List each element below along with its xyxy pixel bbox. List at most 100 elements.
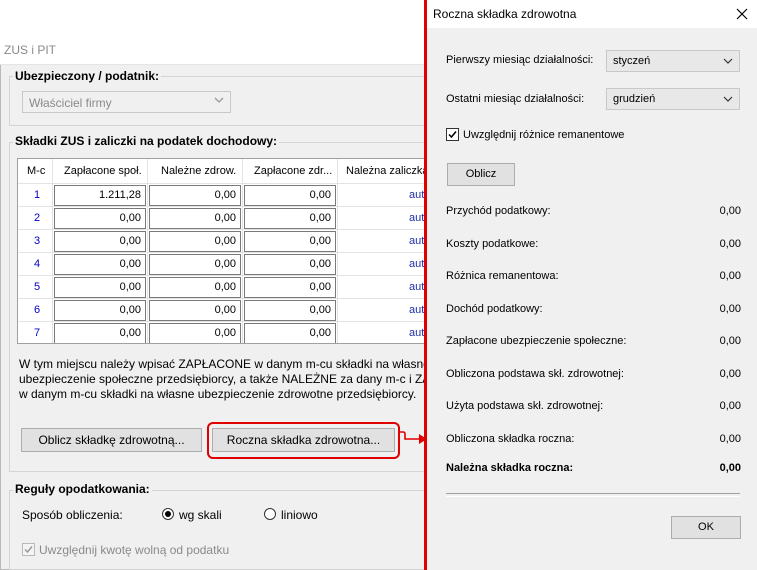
chevron-down-icon xyxy=(723,58,733,64)
free-amount-label: Uwzględnij kwotę wolną od podatku xyxy=(39,543,230,557)
check-icon xyxy=(448,131,457,139)
contributions-table: M-c Zapłacone społ. Należne zdrow. Zapła… xyxy=(17,158,458,344)
row-divider xyxy=(18,321,457,322)
table-cell-paid-health[interactable]: 0,00 xyxy=(244,323,336,343)
dialog-title: Roczna składka zdrowotna xyxy=(433,7,577,21)
col-header-paid-health: Zapłacone zdr... xyxy=(254,165,333,177)
table-row-month: 2 xyxy=(33,212,41,224)
table-cell-paid-social[interactable]: 0,00 xyxy=(54,231,146,252)
result-label: Obliczona składka roczna: xyxy=(446,432,575,445)
row-divider xyxy=(18,206,457,207)
insured-select-value: Właściciel firmy xyxy=(29,96,112,110)
table-cell-paid-health[interactable]: 0,00 xyxy=(244,300,336,321)
table-cell-paid-social[interactable]: 0,00 xyxy=(54,208,146,229)
table-cell-paid-health[interactable]: 0,00 xyxy=(244,208,336,229)
radio-linear-label: liniowo xyxy=(281,508,318,522)
insured-group-label: Ubezpieczony / podatnik: xyxy=(13,69,162,83)
result-value: 0,00 xyxy=(719,400,741,412)
chevron-down-icon xyxy=(214,97,224,103)
zus-pit-title: ZUS i PIT xyxy=(4,43,57,57)
table-row-month: 6 xyxy=(33,304,41,316)
result-label: Obliczona podstawa skł. zdrowotnej: xyxy=(446,367,624,380)
col-header-due-health: Należne zdrow. xyxy=(161,165,237,177)
result-label: Przychód podatkowy: xyxy=(446,205,551,217)
column-divider xyxy=(337,159,338,343)
result-value: 0,00 xyxy=(719,432,741,445)
row-divider xyxy=(18,183,457,184)
col-header-month: M-c xyxy=(27,165,46,177)
result-label: Zapłacone ubezpieczenie społeczne: xyxy=(446,335,627,347)
divider xyxy=(446,493,740,497)
table-row-month: 4 xyxy=(33,258,41,270)
check-icon xyxy=(24,546,33,554)
annual-health-dialog xyxy=(424,0,757,570)
table-cell-paid-health[interactable]: 0,00 xyxy=(244,277,336,298)
inventory-label: Uwzględnij różnice remanentowe xyxy=(463,129,625,141)
table-cell-paid-social[interactable]: 0,00 xyxy=(54,254,146,275)
last-month-label: Ostatni miesiąc działalności: xyxy=(446,93,585,105)
col-header-advance: Należna zaliczka xyxy=(346,165,429,177)
tax-rules-group xyxy=(9,490,464,570)
result-value: 0,00 xyxy=(719,270,741,282)
table-row-month: 3 xyxy=(33,235,41,247)
radio-linear[interactable] xyxy=(264,508,276,520)
result-label: Koszty podatkowe: xyxy=(446,237,539,250)
column-divider xyxy=(52,159,53,343)
due-annual-label: Należna składka roczna: xyxy=(446,462,574,474)
table-cell-due-health[interactable]: 0,00 xyxy=(149,185,241,206)
table-row-month: 1 xyxy=(33,189,41,201)
tax-rules-label: Reguły opodatkowania: xyxy=(13,482,152,496)
info-line-3: w danym m-cu składki na własne ubezpiecz… xyxy=(19,387,417,401)
radio-scale[interactable] xyxy=(162,508,174,520)
chevron-down-icon xyxy=(723,96,733,102)
first-month-select[interactable]: styczeń xyxy=(606,50,740,72)
table-row-month: 7 xyxy=(33,327,41,339)
result-value: 0,00 xyxy=(719,367,741,380)
result-value: 0,00 xyxy=(719,205,741,217)
result-label: Dochód podatkowy: xyxy=(446,302,543,315)
result-value: 0,00 xyxy=(719,335,741,347)
table-cell-due-health[interactable]: 0,00 xyxy=(149,231,241,252)
table-cell-due-health[interactable]: 0,00 xyxy=(149,208,241,229)
table-cell-paid-health[interactable]: 0,00 xyxy=(244,231,336,252)
table-cell-due-health[interactable]: 0,00 xyxy=(149,254,241,275)
table-cell-due-health[interactable]: 0,00 xyxy=(149,323,241,343)
dialog-titlebar: Roczna składka zdrowotna xyxy=(427,0,757,28)
table-cell-due-health[interactable]: 0,00 xyxy=(149,300,241,321)
table-cell-paid-health[interactable]: 0,00 xyxy=(244,185,336,206)
due-annual-value: 0,00 xyxy=(719,462,741,474)
contrib-group-label: Składki ZUS i zaliczki na podatek dochod… xyxy=(13,134,280,148)
table-cell-paid-social[interactable]: 0,00 xyxy=(54,300,146,321)
inventory-checkbox[interactable] xyxy=(446,128,459,141)
radio-scale-label: wg skali xyxy=(179,508,222,522)
info-line-2: ubezpieczenie społeczne przedsiębiorcy, … xyxy=(19,372,471,386)
result-label: Użyta podstawa skł. zdrowotnej: xyxy=(446,400,604,412)
info-line-1: W tym miejscu należy wpisać ZAPŁACONE w … xyxy=(19,357,430,371)
insured-select[interactable]: Właściciel firmy xyxy=(22,91,231,113)
first-month-value: styczeń xyxy=(613,55,651,67)
row-divider xyxy=(18,252,457,253)
table-cell-paid-social[interactable]: 0,00 xyxy=(54,323,146,343)
close-icon[interactable] xyxy=(736,8,748,20)
table-cell-due-health[interactable]: 0,00 xyxy=(149,277,241,298)
table-row-month: 5 xyxy=(33,281,41,293)
zus-pit-titlebar: ZUS i PIT xyxy=(0,37,476,65)
column-divider xyxy=(242,159,243,343)
row-divider xyxy=(18,298,457,299)
first-month-label: Pierwszy miesiąc działalności: xyxy=(446,54,594,66)
annual-health-button[interactable]: Roczna składka zdrowotna... xyxy=(212,428,395,452)
row-divider xyxy=(18,229,457,230)
result-value: 0,00 xyxy=(719,302,741,315)
table-cell-paid-health[interactable]: 0,00 xyxy=(244,254,336,275)
ok-button[interactable]: OK xyxy=(671,516,741,539)
calc-method-label: Sposób obliczenia: xyxy=(22,508,123,522)
column-divider xyxy=(147,159,148,343)
table-cell-paid-social[interactable]: 1.211,28 xyxy=(54,185,146,206)
table-cell-paid-social[interactable]: 0,00 xyxy=(54,277,146,298)
last-month-select[interactable]: grudzień xyxy=(606,88,740,110)
free-amount-checkbox[interactable] xyxy=(22,543,35,556)
last-month-value: grudzień xyxy=(613,93,656,105)
result-label: Różnica remanentowa: xyxy=(446,270,559,282)
calc-health-button[interactable]: Oblicz składkę zdrowotną... xyxy=(21,428,202,452)
oblicz-button[interactable]: Oblicz xyxy=(447,163,515,186)
